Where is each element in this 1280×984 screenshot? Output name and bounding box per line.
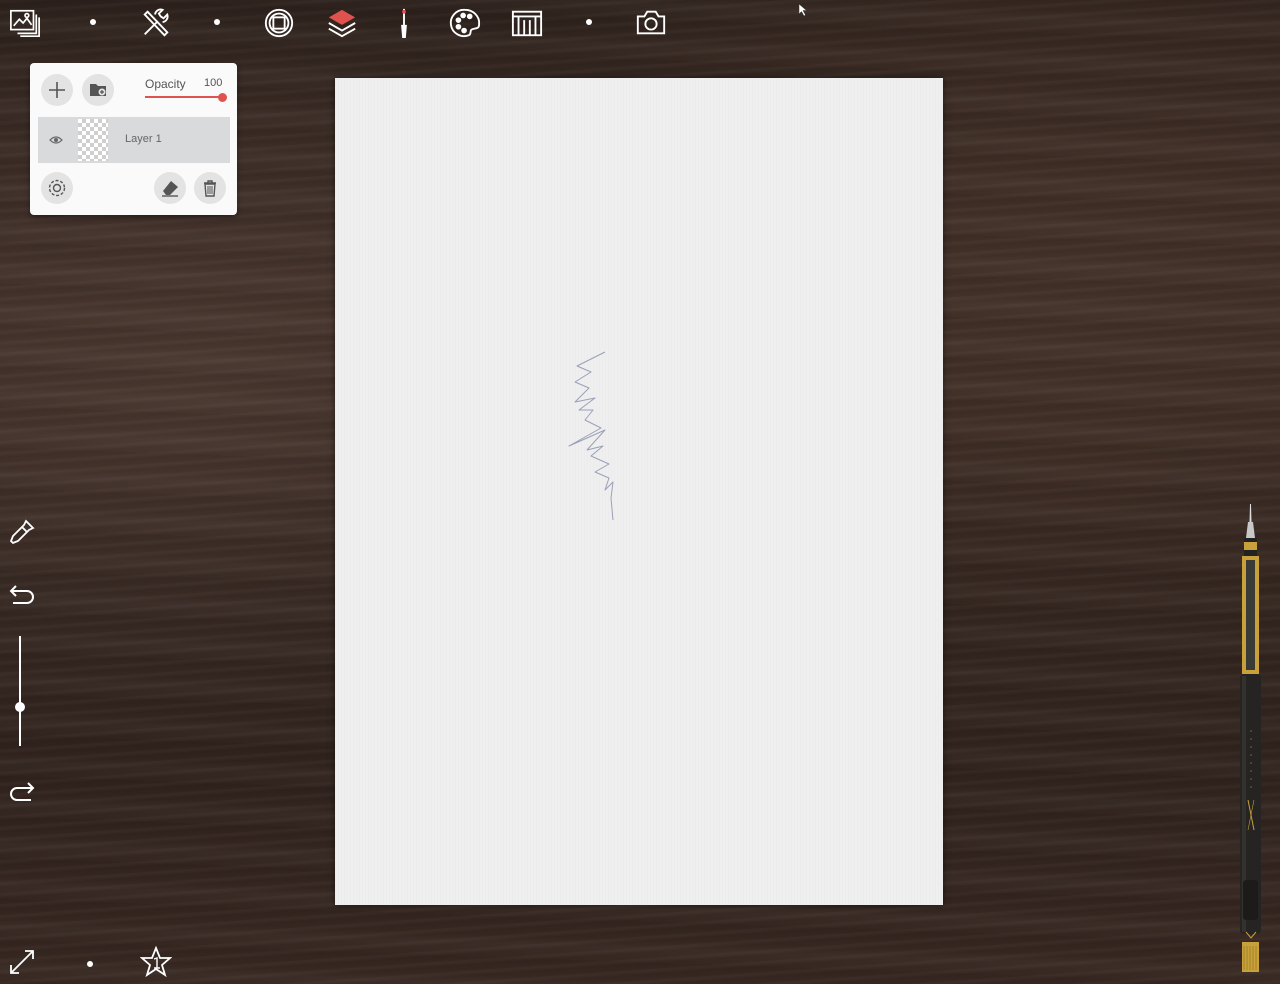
opacity-slider-track[interactable] — [145, 96, 223, 98]
layers-panel: Opacity 100 Layer 1 — [30, 63, 237, 215]
fullscreen-icon[interactable] — [6, 946, 38, 978]
eye-icon[interactable] — [49, 133, 63, 152]
mouse-cursor — [798, 3, 808, 22]
favorites-star-icon[interactable] — [139, 945, 173, 979]
eyedropper-icon[interactable] — [6, 516, 38, 548]
camera-icon[interactable] — [634, 6, 668, 40]
opacity-slider-knob[interactable] — [218, 93, 227, 102]
canvas-frame-icon[interactable] — [262, 6, 296, 40]
redo-icon[interactable] — [6, 775, 38, 807]
bottom-separator-dot — [87, 961, 93, 967]
toolbar-separator-dot — [214, 19, 220, 25]
add-folder-button[interactable] — [82, 74, 114, 106]
palette-icon[interactable] — [448, 6, 482, 40]
plus-icon — [49, 82, 65, 98]
layer-row[interactable]: Layer 1 — [38, 117, 230, 163]
top-toolbar — [0, 0, 720, 46]
gear-icon — [48, 179, 66, 197]
layer-settings-button[interactable] — [41, 172, 73, 204]
layer-name: Layer 1 — [125, 133, 162, 145]
layer-thumbnail — [78, 119, 108, 161]
ruler-guide-icon[interactable] — [510, 6, 544, 40]
folder-add-icon — [90, 84, 106, 96]
opacity-label: Opacity — [145, 77, 186, 91]
eraser-icon — [162, 181, 178, 197]
brush-size-slider-track[interactable] — [19, 636, 21, 746]
layers-icon[interactable] — [325, 6, 359, 40]
delete-layer-button[interactable] — [194, 172, 226, 204]
drawing-canvas[interactable] — [335, 78, 943, 905]
gallery-icon[interactable] — [8, 6, 42, 40]
clear-layer-button[interactable] — [154, 172, 186, 204]
opacity-value: 100 — [204, 77, 223, 89]
undo-icon[interactable] — [6, 578, 38, 610]
toolbar-separator-dot — [90, 19, 96, 25]
pen-stroke — [568, 351, 614, 521]
transform-tools-icon[interactable] — [139, 6, 173, 40]
toolbar-separator-dot — [586, 19, 592, 25]
trash-icon — [204, 180, 216, 197]
brush-icon[interactable] — [387, 6, 421, 40]
brush-size-slider-knob[interactable] — [15, 702, 25, 712]
add-layer-button[interactable] — [41, 74, 73, 106]
pencil-tool[interactable] — [1236, 500, 1266, 981]
